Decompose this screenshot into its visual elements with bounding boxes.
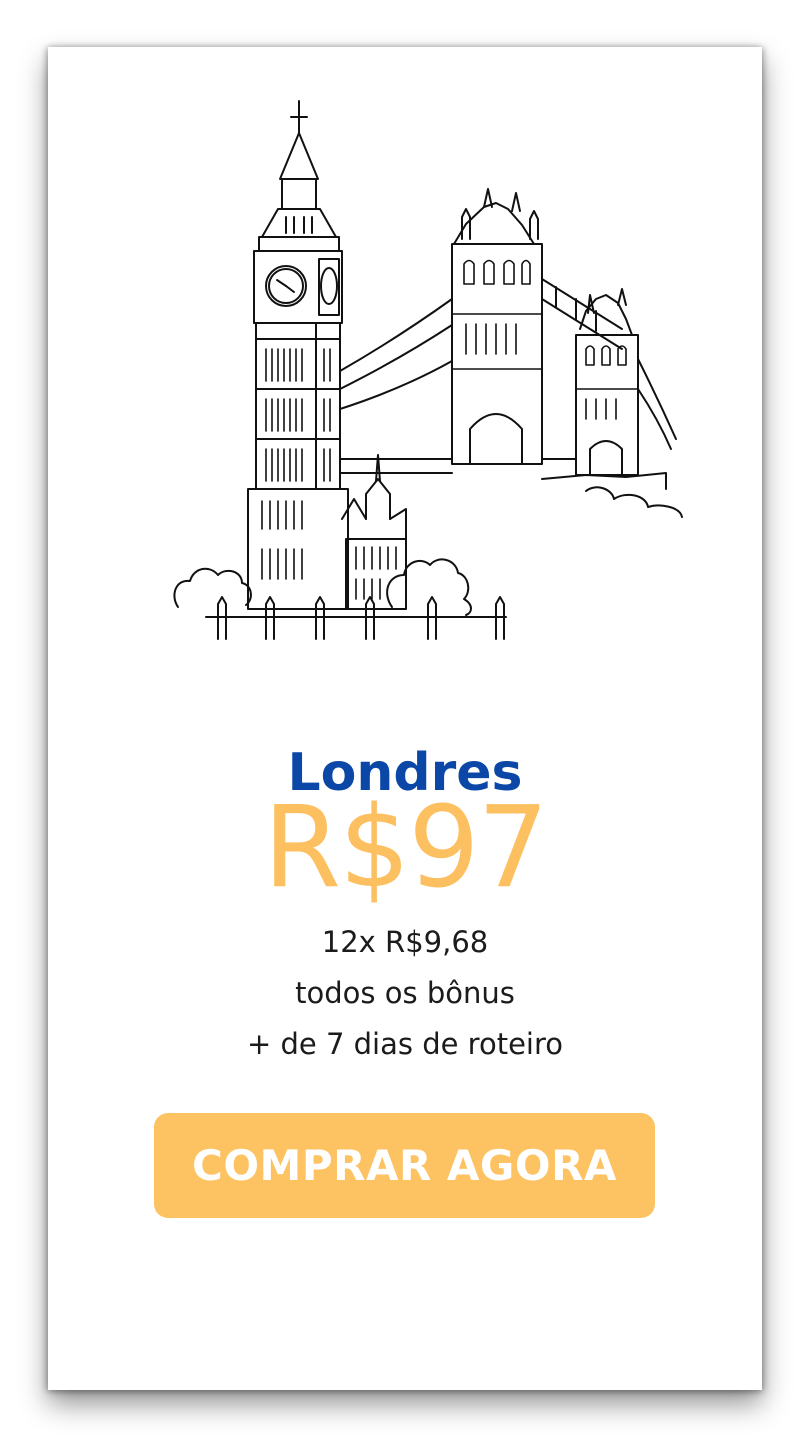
itinerary-text: + de 7 dias de roteiro — [246, 1027, 563, 1061]
installments-text: 12x R$9,68 — [321, 925, 489, 959]
london-landmarks-sketch-icon — [173, 100, 683, 640]
bonus-text: todos os bônus — [295, 976, 515, 1010]
product-card: Londres R$97 12x R$9,68 todos os bônus +… — [48, 47, 762, 1390]
price-value: R$97 — [263, 783, 549, 913]
buy-now-button[interactable]: COMPRAR AGORA — [154, 1113, 655, 1218]
